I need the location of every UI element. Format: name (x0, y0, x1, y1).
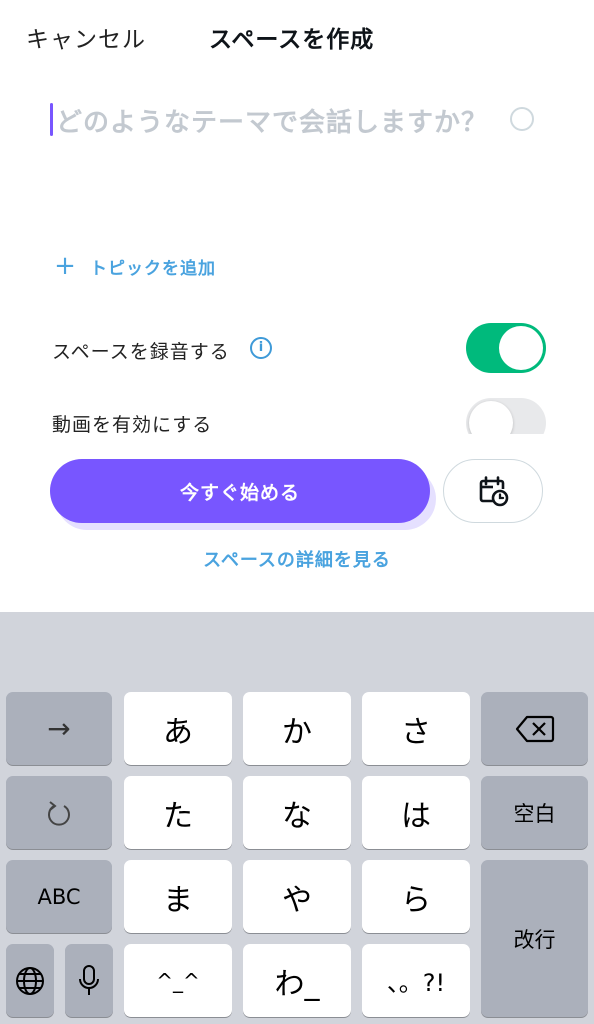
key-a[interactable]: あ (124, 692, 232, 765)
page-title: スペースを作成 (209, 27, 375, 53)
video-toggle-track (466, 398, 546, 434)
add-topic-label: トピックを追加 (90, 258, 216, 279)
enable-video-label: 動画を有効にする (52, 414, 213, 436)
toggle-knob (469, 401, 513, 434)
add-topic-button[interactable]: + トピックを追加 (52, 253, 216, 279)
return-key[interactable]: 改行 (481, 860, 588, 1017)
globe-key[interactable] (6, 944, 54, 1017)
key-ma[interactable]: ま (124, 860, 232, 933)
record-space-label: スペースを録音する (52, 341, 230, 363)
delete-backspace-icon (515, 715, 554, 742)
key-ta[interactable]: た (124, 776, 232, 849)
keyboard: → ABC あ か さ た な は ま や ら ^_^ わ_ 、。?! 空白 改… (0, 612, 594, 1024)
calendar-clock-icon (479, 476, 509, 507)
video-toggle[interactable] (466, 398, 546, 434)
key-na[interactable]: な (243, 776, 351, 849)
key-sa[interactable]: さ (362, 692, 470, 765)
start-now-button[interactable]: 今すぐ始める (50, 459, 430, 523)
key-ka[interactable]: か (243, 692, 351, 765)
schedule-button[interactable] (443, 459, 543, 523)
plus-icon: + (54, 251, 76, 281)
topic-input[interactable]: どのようなテーマで会話しますか？ (56, 102, 488, 139)
arrow-key[interactable]: → (6, 692, 112, 765)
microphone-icon (79, 964, 99, 995)
key-emoticon[interactable]: ^_^ (124, 944, 232, 1017)
mic-key[interactable] (65, 944, 113, 1017)
info-icon[interactable]: i (250, 337, 272, 359)
globe-icon (16, 966, 44, 995)
delete-key[interactable] (481, 692, 588, 765)
undo-key[interactable] (6, 776, 112, 849)
key-ha[interactable]: は (362, 776, 470, 849)
key-punctuation[interactable]: 、。?! (362, 944, 470, 1017)
space-key[interactable]: 空白 (481, 776, 588, 849)
character-count-ring-icon (510, 107, 534, 131)
undo-icon (48, 800, 70, 826)
record-toggle[interactable] (466, 323, 546, 373)
abc-key[interactable]: ABC (6, 860, 112, 933)
space-details-link[interactable]: スペースの詳細を見る (0, 546, 594, 572)
key-ya[interactable]: や (243, 860, 351, 933)
key-ra[interactable]: ら (362, 860, 470, 933)
toggle-knob (499, 326, 543, 370)
text-caret (50, 103, 53, 136)
cancel-button[interactable]: キャンセル (26, 20, 146, 54)
key-wa[interactable]: わ_ (243, 944, 351, 1017)
